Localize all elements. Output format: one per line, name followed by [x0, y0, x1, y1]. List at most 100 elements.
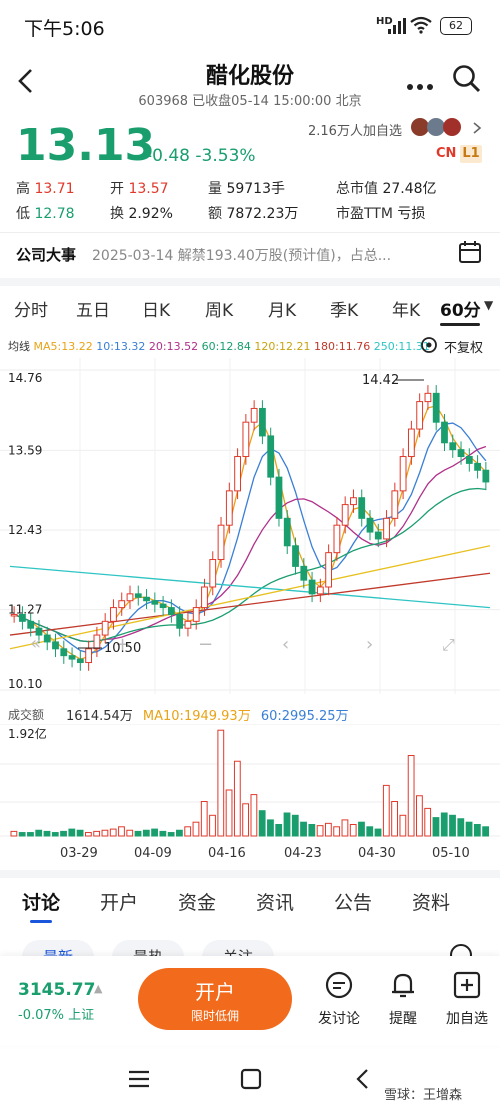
- candle-body: [350, 497, 357, 506]
- volume-bar: [407, 755, 415, 837]
- candle-body: [209, 559, 217, 588]
- volume-bar: [192, 821, 200, 837]
- candle-body: [283, 517, 291, 547]
- x-tick: 05-10: [432, 846, 470, 861]
- event-text[interactable]: 2025-03-14 解禁193.40万股(预计值)，占总...: [92, 245, 442, 265]
- next-icon: ›: [366, 634, 373, 655]
- volume-bar: [43, 830, 51, 837]
- volume-bar: [250, 794, 258, 837]
- volume-bar: [18, 832, 26, 837]
- volume-bar: [324, 822, 332, 837]
- candle-body: [27, 620, 35, 629]
- tab-announcements[interactable]: 公告: [334, 888, 372, 915]
- menu-icon[interactable]: [128, 1070, 150, 1092]
- tab-daily[interactable]: 日K: [142, 296, 170, 321]
- candle-body: [250, 407, 258, 423]
- index-value[interactable]: 3145.77: [18, 980, 95, 1000]
- tab-yearly[interactable]: 年K: [392, 296, 420, 321]
- candle-body: [424, 392, 432, 403]
- tab-five-day[interactable]: 五日: [76, 296, 110, 321]
- low-marker: 10.50: [104, 641, 141, 656]
- candle-body: [176, 613, 184, 629]
- home-icon[interactable]: [240, 1068, 262, 1094]
- volume-bar: [382, 784, 390, 837]
- x-tick: 04-30: [358, 846, 396, 861]
- y-tick-label: 14.76: [8, 371, 42, 385]
- level1-badge: L1: [460, 145, 482, 163]
- metric-open: 开 13.57: [110, 181, 169, 197]
- volume-bar: [84, 832, 92, 837]
- volume-bar: [225, 789, 233, 837]
- candle-body: [441, 421, 448, 444]
- candle-body: [449, 442, 457, 451]
- calendar-icon[interactable]: [458, 240, 482, 268]
- watermark: 雪球：王增森: [384, 1088, 463, 1103]
- alert-button[interactable]: 提醒: [368, 970, 438, 1028]
- candle-body: [416, 401, 424, 430]
- y-tick-label: 11.27: [8, 603, 42, 617]
- chevron-right-icon[interactable]: [472, 120, 482, 139]
- candle-body: [383, 517, 390, 540]
- open-account-sub: 限时低佣: [190, 1009, 239, 1023]
- volume-bar: [76, 829, 84, 837]
- tab-discussion[interactable]: 讨论: [22, 888, 60, 915]
- candle-body: [300, 565, 308, 581]
- ma-legend-ma10: 10:13.32: [96, 340, 146, 353]
- candle-body: [167, 607, 175, 615]
- price-change-value: -0.48: [146, 146, 190, 166]
- wifi-icon: [410, 16, 432, 38]
- tab-quarterly[interactable]: 季K: [330, 296, 358, 321]
- candle-body: [134, 593, 142, 598]
- volume-bar: [258, 810, 266, 837]
- settings-icon[interactable]: [420, 336, 438, 358]
- open-account-label: 开户: [195, 980, 235, 1004]
- section-gap: [0, 278, 500, 286]
- y-tick-label: 10.10: [8, 677, 42, 691]
- x-tick: 04-16: [208, 846, 246, 861]
- volume-chart[interactable]: 1.92亿: [0, 724, 500, 840]
- volume-bar: [267, 819, 274, 837]
- tab-weekly[interactable]: 周K: [205, 296, 233, 321]
- volume-bar: [167, 832, 175, 837]
- y-tick-label: 13.59: [8, 443, 42, 457]
- y-tick-label: 12.43: [8, 523, 42, 537]
- tab-monthly[interactable]: 月K: [268, 296, 296, 321]
- search-icon[interactable]: [452, 64, 482, 98]
- candle-body: [143, 596, 150, 602]
- caret-down-icon[interactable]: ▼: [484, 298, 493, 312]
- nav-header: 醋化股份 603968 已收盘05-14 15:00:00 北京: [0, 52, 500, 112]
- volume-bar: [333, 826, 341, 837]
- metric-high: 高 13.71: [16, 181, 75, 197]
- open-account-button[interactable]: 开户 限时低佣: [138, 968, 292, 1030]
- volume-bar: [482, 826, 490, 837]
- battery-level: 62: [449, 19, 463, 32]
- add-watchlist-button[interactable]: 加自选: [432, 970, 500, 1028]
- volume-bar: [51, 832, 59, 837]
- more-icon[interactable]: [406, 76, 434, 95]
- volume-bar: [142, 829, 150, 837]
- tab-profile[interactable]: 资料: [412, 888, 450, 915]
- ma180-line: [9, 572, 491, 636]
- followers-count[interactable]: 2.16万人加自选: [308, 120, 402, 139]
- volume-bar: [27, 832, 34, 837]
- tab-60min[interactable]: 60分: [440, 296, 481, 321]
- tab-funds[interactable]: 资金: [178, 888, 216, 915]
- fullscreen-icon: ⤢: [442, 635, 455, 654]
- back-nav-icon[interactable]: [354, 1068, 370, 1094]
- comment-icon: [325, 971, 353, 999]
- volume-label: 成交额: [8, 708, 45, 722]
- candle-body: [184, 620, 192, 629]
- post-discussion-button[interactable]: 发讨论: [304, 970, 374, 1028]
- tab-open-account[interactable]: 开户: [100, 888, 138, 915]
- status-bar: 下午5:06 HD 62: [0, 0, 500, 52]
- volume-bar: [308, 824, 316, 837]
- volume-bar: [101, 829, 109, 837]
- kline-chart[interactable]: 14.7613.5912.4311.2710.10 « + − ‹ › ⤢ 14…: [0, 358, 500, 698]
- metric-mktcap: 总市值 27.48亿: [336, 181, 437, 197]
- ma10-line: [13, 422, 487, 654]
- volume-bar: [275, 824, 283, 837]
- tab-news[interactable]: 资讯: [256, 888, 294, 915]
- ma-legend-ma60: 60:12.84: [201, 340, 251, 353]
- adjust-toggle[interactable]: 不复权: [444, 337, 483, 356]
- tab-intraday[interactable]: 分时: [14, 296, 48, 321]
